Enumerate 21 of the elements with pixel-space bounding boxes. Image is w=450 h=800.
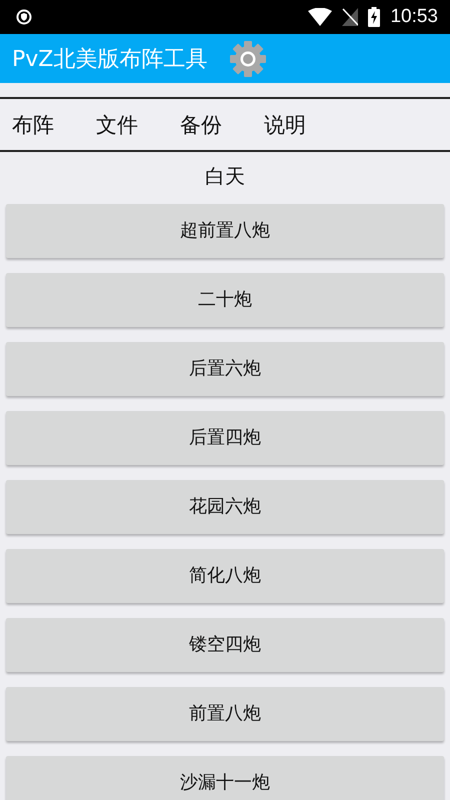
battery-charging-icon [368,7,380,27]
status-time: 10:53 [390,6,438,28]
menu-item[interactable]: 说明 [256,104,314,144]
layout-button[interactable]: 沙漏十一炮 [6,756,444,800]
layout-button[interactable]: 后置四炮 [6,411,444,465]
menu-item[interactable]: 备份 [172,104,230,144]
no-signal-icon [342,8,358,26]
layout-button[interactable]: 前置八炮 [6,687,444,741]
layout-button[interactable]: 简化八炮 [6,549,444,603]
section-title: 白天 [205,163,245,190]
shield-icon [16,9,32,25]
app-title: PvZ北美版布阵工具 [12,46,208,74]
layout-button[interactable]: 花园六炮 [6,480,444,534]
layout-button[interactable]: 镂空四炮 [6,618,444,672]
wifi-icon [308,8,332,26]
menu-item[interactable]: 文件 [88,104,146,144]
layout-button[interactable]: 超前置八炮 [6,204,444,258]
layout-button[interactable]: 二十炮 [6,273,444,327]
settings-icon[interactable] [229,40,268,78]
layout-button[interactable]: 后置六炮 [6,342,444,396]
menu-item[interactable]: 布阵 [4,104,62,144]
